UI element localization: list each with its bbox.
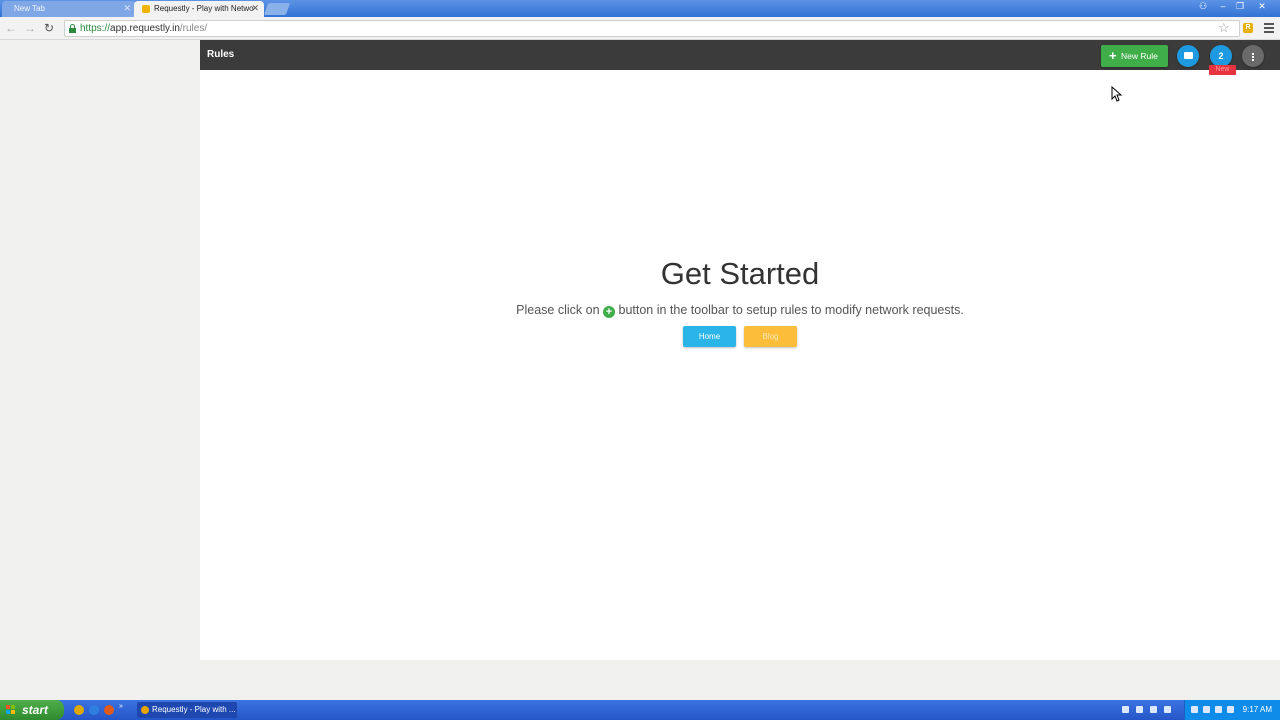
ie-icon[interactable] [89,705,99,715]
hamburger-menu-icon[interactable] [1264,23,1274,35]
clock: 9:17 AM [1242,705,1272,714]
tab-title: Requestly - Play with Netwo [154,4,254,13]
new-tab-button[interactable] [263,3,291,15]
maximize-icon[interactable]: ❐ [1233,0,1247,13]
new-rule-button[interactable]: + New Rule [1101,45,1168,67]
minimize-icon[interactable]: – [1216,0,1230,13]
main-content: Rules + New Rule 2 New Get Started Pleas… [200,40,1280,660]
requestly-extension-icon[interactable]: R [1243,23,1253,33]
page-title: Rules [207,49,235,60]
start-label: start [22,703,49,717]
plus-circle-icon: + [603,306,616,318]
sidebar [0,40,200,660]
tray-wifi-icon[interactable] [1227,706,1234,713]
chrome-icon[interactable] [74,705,84,715]
home-button[interactable]: Home [683,326,736,347]
windows-flag-icon [6,705,16,715]
new-badge: New [1209,65,1236,75]
tray-shield-icon[interactable] [1150,706,1157,713]
app-toolbar: Rules + New Rule 2 [200,40,1280,70]
more-vertical-icon [1252,52,1254,61]
star-icon[interactable]: ☆ [1218,20,1230,36]
mouse-cursor-icon [1111,86,1123,102]
tray-network-icon[interactable] [1122,706,1129,713]
address-bar[interactable]: https://app.requestly.in/rules/ [64,20,1240,37]
chrome-icon [141,706,149,714]
back-arrow-icon[interactable]: ← [5,21,17,35]
tab-new-tab[interactable]: New Tab ✕ [2,1,136,17]
more-options-button[interactable] [1242,45,1264,67]
notifications-button[interactable]: 2 [1210,45,1232,67]
close-icon[interactable]: ✕ [123,1,131,16]
folder-icon [1184,52,1193,59]
user-icon[interactable]: ⚇ [1196,0,1210,13]
notification-count: 2 [1218,51,1224,61]
empty-state-headline: Get Started [660,256,820,291]
lock-icon [69,24,76,33]
requestly-favicon-icon [142,5,150,13]
windows-taskbar: start » Requestly - Play with ... 9:17 A… [0,700,1280,720]
window-close-icon[interactable]: ✕ [1255,0,1269,13]
tray-sync-icon[interactable] [1203,706,1210,713]
browser-toolbar: ← → ↻ https://app.requestly.in/rules/ [0,17,1280,40]
tray-monitor-icon[interactable] [1191,706,1198,713]
blog-button[interactable]: Blog [744,326,797,347]
browser-tab-strip: New Tab ✕ Requestly - Play with Netwo ✕ … [0,0,1280,17]
tray-app-icon[interactable] [1136,706,1143,713]
url-text[interactable]: https://app.requestly.in/rules/ [80,23,207,34]
folder-button[interactable] [1177,45,1199,67]
tray-update-icon[interactable] [1164,706,1171,713]
tab-requestly[interactable]: Requestly - Play with Netwo ✕ [134,1,264,17]
forward-arrow-icon[interactable]: → [24,21,36,35]
taskbar-item-requestly[interactable]: Requestly - Play with ... [137,702,237,718]
tab-title: New Tab [14,4,45,13]
taskbar-item-label: Requestly - Play with ... [152,705,236,714]
close-icon[interactable]: ✕ [251,1,259,16]
firefox-icon[interactable] [104,705,114,715]
system-tray: 9:17 AM [1184,700,1280,720]
tray-volume-icon[interactable] [1215,706,1222,713]
chevron-right-icon[interactable]: » [119,703,125,710]
empty-state-instructions: Please click on + button in the toolbar … [516,303,964,318]
start-button[interactable]: start [0,700,64,720]
plus-icon: + [1109,48,1117,63]
new-rule-label: New Rule [1121,51,1158,61]
reload-icon[interactable]: ↻ [44,21,54,35]
